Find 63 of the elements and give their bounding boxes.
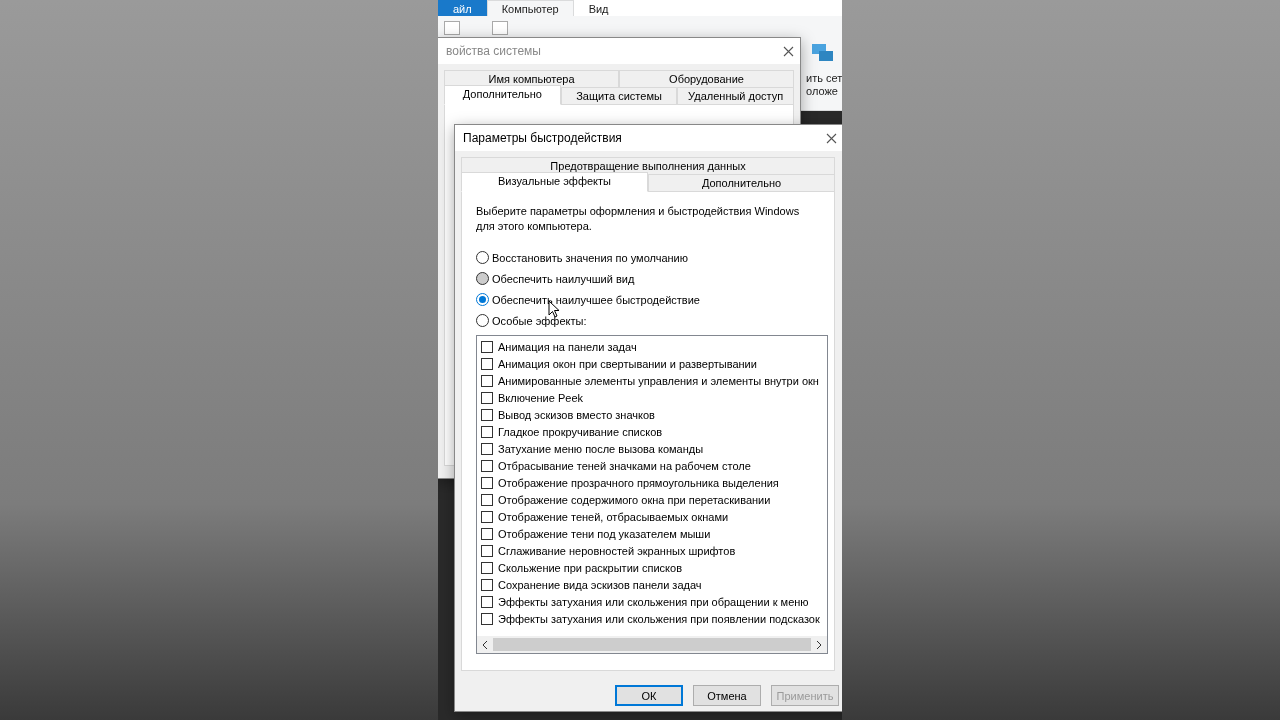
- window-title: войства системы: [446, 44, 541, 58]
- effect-item[interactable]: Скольжение при раскрытии списков: [481, 559, 827, 576]
- checkbox[interactable]: [481, 442, 493, 455]
- radio-button[interactable]: [476, 272, 489, 285]
- tab[interactable]: Удаленный доступ: [677, 87, 794, 105]
- effect-item[interactable]: Гладкое прокручивание списков: [481, 423, 827, 440]
- effect-item[interactable]: Затухание меню после вызова команды: [481, 440, 827, 457]
- effect-item[interactable]: Отображение тени под указателем мыши: [481, 525, 827, 542]
- tab[interactable]: Оборудование: [619, 70, 794, 88]
- checkbox[interactable]: [481, 340, 493, 353]
- ribbon-tab[interactable]: Компьютер: [486, 0, 574, 16]
- radio-button[interactable]: [476, 293, 489, 306]
- effect-item[interactable]: Анимация окон при свертывании и развертывании: [481, 355, 827, 372]
- checkbox[interactable]: [481, 493, 493, 506]
- radio-button[interactable]: [476, 251, 489, 264]
- scroll-left-icon[interactable]: [482, 640, 488, 649]
- checkbox[interactable]: [481, 408, 493, 421]
- effect-item[interactable]: Эффекты затухания или скольжения при появлении подсказок: [481, 610, 827, 627]
- dialog-button[interactable]: Отмена: [693, 685, 761, 706]
- effect-item[interactable]: Эффекты затухания или скольжения при обращении к меню: [481, 593, 827, 610]
- radio-option[interactable]: Обеспечить наилучшее быстродействие: [476, 293, 822, 306]
- tab[interactable]: Имя компьютера: [444, 70, 619, 88]
- checkbox[interactable]: [481, 459, 493, 472]
- radio-button[interactable]: [476, 314, 489, 327]
- effect-item[interactable]: Отображение теней, отбрасываемых окнами: [481, 508, 827, 525]
- checkbox[interactable]: [481, 425, 493, 438]
- checkbox[interactable]: [481, 476, 493, 489]
- effect-item[interactable]: Включение Peek: [481, 389, 827, 406]
- window-title: Параметры быстродействия: [463, 131, 622, 145]
- checkbox[interactable]: [481, 357, 493, 370]
- checkbox[interactable]: [481, 612, 493, 625]
- effect-item[interactable]: Вывод эскизов вместо значков: [481, 406, 827, 423]
- checkbox[interactable]: [481, 578, 493, 591]
- effect-item[interactable]: Сглаживание неровностей экранных шрифтов: [481, 542, 827, 559]
- description-text: Выберите параметры оформления и быстродействия Windows для этого компьютера.: [476, 204, 801, 234]
- tab[interactable]: Визуальные эффекты: [461, 172, 648, 192]
- effect-item[interactable]: Отображение прозрачного прямоугольника выделения: [481, 474, 827, 491]
- effect-item[interactable]: Анимированные элементы управления и элементы внутри окн: [481, 372, 827, 389]
- tab[interactable]: Предотвращение выполнения данных: [461, 157, 835, 175]
- checkbox[interactable]: [481, 374, 493, 387]
- checkbox[interactable]: [481, 510, 493, 523]
- checkbox[interactable]: [481, 595, 493, 608]
- effect-item[interactable]: Анимация на панели задач: [481, 338, 827, 355]
- checkbox[interactable]: [481, 527, 493, 540]
- effect-item[interactable]: Отбрасывание теней значками на рабочем столе: [481, 457, 827, 474]
- checkbox[interactable]: [481, 561, 493, 574]
- radio-option[interactable]: Восстановить значения по умолчанию: [476, 251, 822, 264]
- checkbox[interactable]: [481, 544, 493, 557]
- close-icon[interactable]: [826, 132, 837, 144]
- tab[interactable]: Дополнительно: [444, 85, 561, 105]
- dialog-button[interactable]: ОК: [615, 685, 683, 706]
- close-icon[interactable]: [783, 45, 794, 57]
- effect-item[interactable]: Сохранение вида эскизов панели задач: [481, 576, 827, 593]
- radio-option[interactable]: Особые эффекты:: [476, 314, 822, 327]
- scroll-right-icon[interactable]: [816, 640, 822, 649]
- tab[interactable]: Дополнительно: [648, 174, 835, 192]
- ribbon-label[interactable]: ить сет оложе: [806, 72, 842, 98]
- file-tab[interactable]: айл: [438, 0, 487, 16]
- effect-item[interactable]: Отображение содержимого окна при перетаскивании: [481, 491, 827, 508]
- tab[interactable]: Защита системы: [560, 87, 678, 105]
- radio-option[interactable]: Обеспечить наилучший вид: [476, 272, 822, 285]
- scrollbar[interactable]: [477, 636, 827, 653]
- checkbox[interactable]: [481, 391, 493, 404]
